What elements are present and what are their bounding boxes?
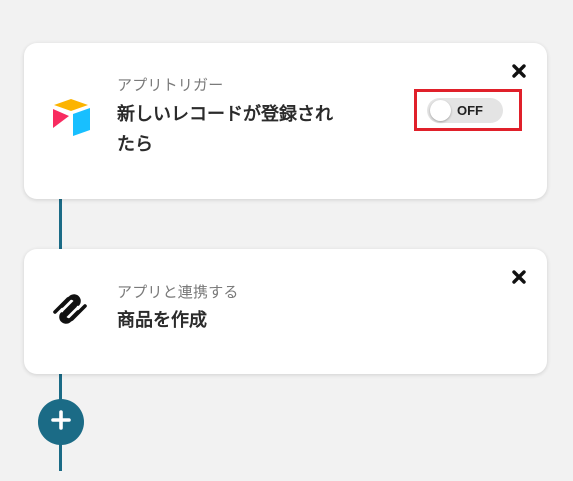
add-step-button[interactable] bbox=[38, 399, 84, 445]
toggle-knob bbox=[430, 100, 451, 121]
flow-connector-line bbox=[59, 441, 62, 471]
close-icon bbox=[512, 63, 526, 82]
trigger-step-text: アプリトリガー 新しいレコードが登録されたら bbox=[117, 76, 343, 160]
step-title: 商品を作成 bbox=[117, 310, 207, 331]
airtable-icon bbox=[50, 97, 92, 137]
flow-connector-line bbox=[59, 199, 62, 249]
squarespace-icon bbox=[50, 289, 90, 329]
step-type-label: アプリと連携する bbox=[117, 283, 239, 301]
flow-canvas: アプリトリガー 新しいレコードが登録されたら OFF アプリと連携する 商品を作… bbox=[0, 0, 573, 481]
toggle-highlight-box: OFF bbox=[414, 89, 522, 131]
plus-icon bbox=[51, 410, 71, 434]
close-icon bbox=[512, 269, 526, 288]
step-type-label: アプリトリガー bbox=[117, 76, 224, 94]
action-step-text: アプリと連携する 商品を作成 bbox=[117, 283, 343, 336]
trigger-step-card[interactable]: アプリトリガー 新しいレコードが登録されたら OFF bbox=[24, 43, 547, 199]
remove-step-button[interactable] bbox=[510, 63, 528, 81]
toggle-state-label: OFF bbox=[457, 103, 483, 118]
step-title: 新しいレコードが登録されたら bbox=[117, 104, 333, 155]
trigger-toggle-switch[interactable]: OFF bbox=[427, 98, 503, 123]
action-step-card[interactable]: アプリと連携する 商品を作成 bbox=[24, 249, 547, 374]
remove-step-button[interactable] bbox=[510, 269, 528, 287]
